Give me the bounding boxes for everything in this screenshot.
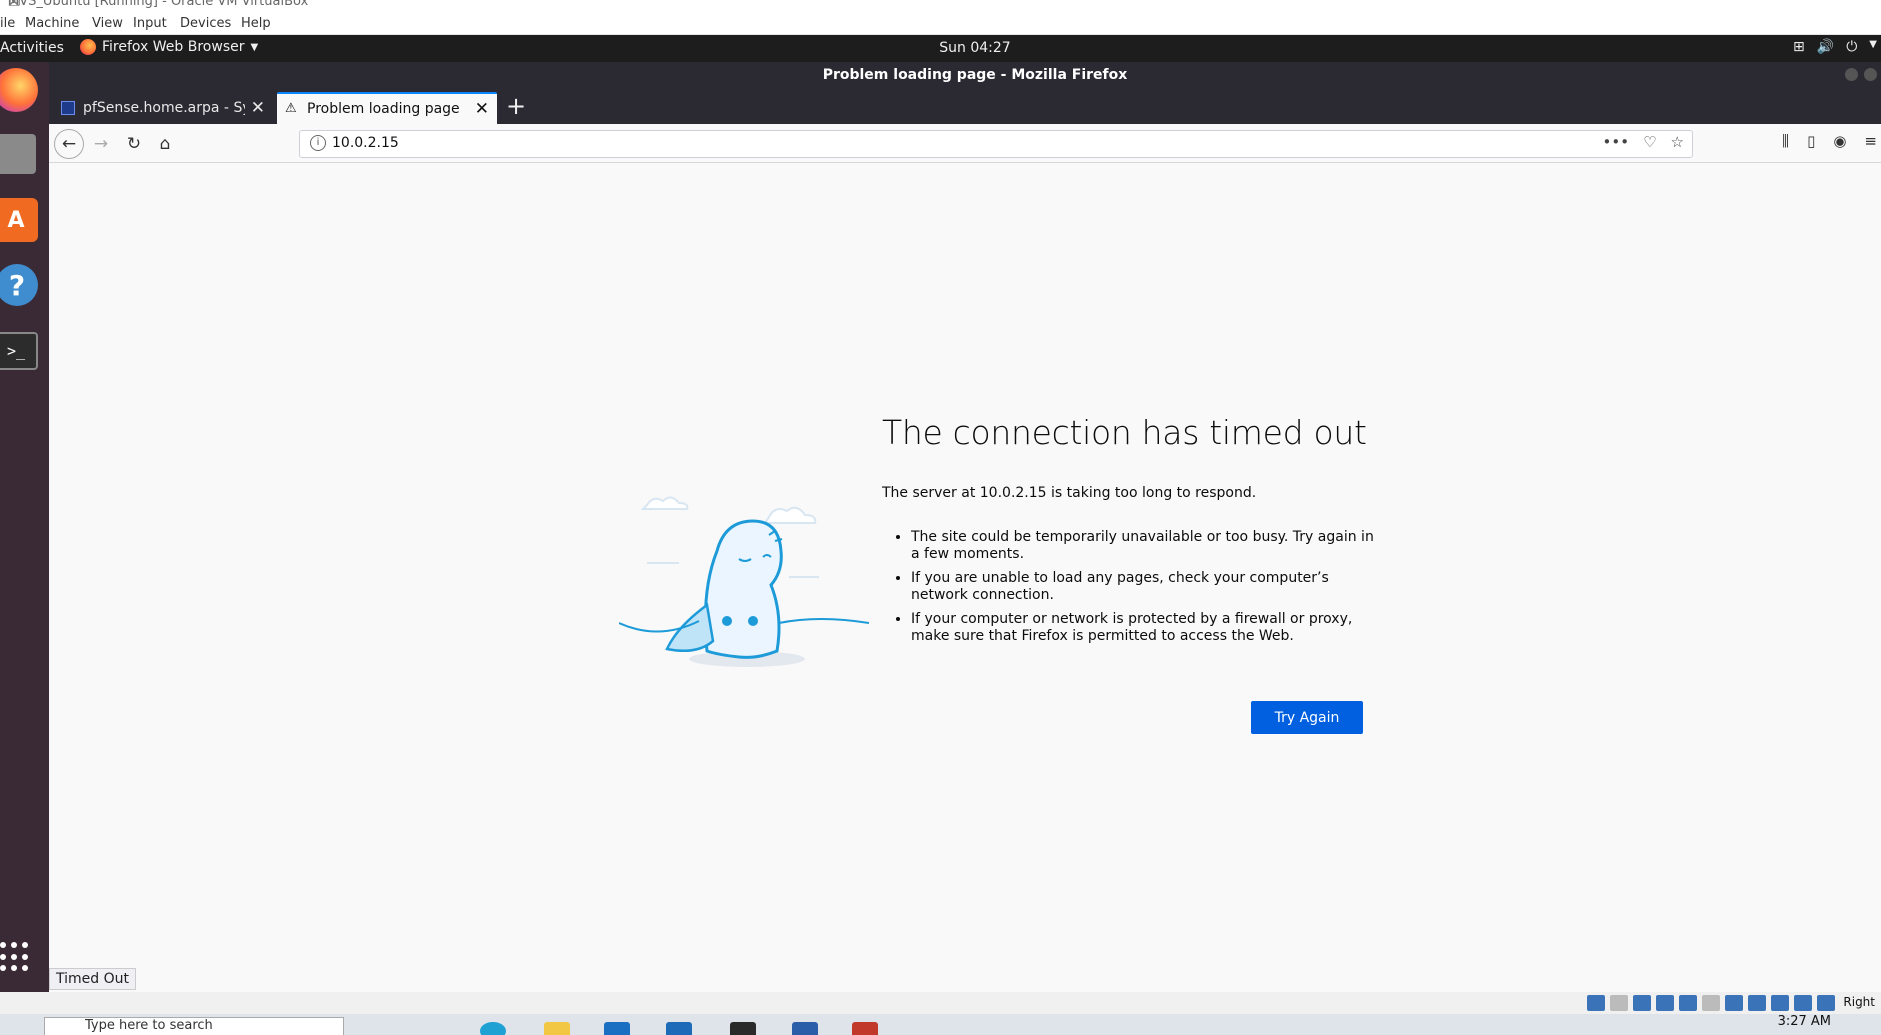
host-key-label: Right — [1843, 995, 1875, 1009]
warning-icon: ⚠ — [285, 101, 297, 116]
hard-disk-icon — [1587, 995, 1605, 1011]
dock-terminal[interactable]: >_ — [0, 332, 38, 370]
screen: MVS_Ubuntu [Running] - Oracle VM Virtual… — [0, 0, 1881, 1035]
audio-icon — [1633, 995, 1651, 1011]
dock-firefox[interactable] — [0, 68, 38, 112]
virtualbox-status-bar: Right — [0, 992, 1881, 1014]
show-applications-icon[interactable] — [0, 942, 30, 972]
maximize-icon[interactable] — [1864, 68, 1877, 81]
dock-files[interactable] — [0, 132, 38, 176]
hamburger-menu-icon[interactable]: ≡ — [1864, 132, 1877, 150]
volume-icon: 🔊 — [1816, 39, 1835, 55]
terminal-icon: >_ — [6, 342, 26, 360]
url-text[interactable]: 10.0.2.15 — [332, 135, 399, 151]
ubuntu-dock: A ? >_ — [0, 62, 49, 992]
menu-machine[interactable]: Machine — [25, 16, 79, 31]
app-icon[interactable] — [852, 1022, 878, 1035]
system-clock[interactable]: Sun 04:27 — [0, 40, 1881, 56]
recording-icon — [1748, 995, 1766, 1011]
power-icon: ⏻ — [1846, 39, 1858, 55]
tray-menu-arrow-icon: ▼ — [1869, 39, 1877, 50]
menu-devices[interactable]: Devices — [180, 16, 231, 31]
tab-problem-loading[interactable]: ⚠ Problem loading page ✕ — [277, 92, 497, 124]
store-icon[interactable] — [604, 1022, 630, 1035]
navigation-toolbar: ← → ↻ ⌂ i 10.0.2.15 ••• ♡ ☆ ⫼ ▯ ◉ ≡ — [49, 124, 1881, 163]
virtualbox-icon[interactable] — [792, 1022, 818, 1035]
pfsense-favicon-icon — [61, 101, 75, 115]
keyboard-icon — [1817, 995, 1835, 1011]
file-cabinet-icon — [0, 134, 36, 174]
sidebar-icon[interactable]: ▯ — [1807, 132, 1815, 150]
system-tray[interactable]: ⊞ 🔊 ⏻ ▼ — [1793, 39, 1877, 55]
tab-pfsense[interactable]: pfSense.home.arpa - Sys ✕ — [53, 92, 273, 124]
error-suggestions: The site could be temporarily unavailabl… — [911, 529, 1381, 652]
optical-drive-icon — [1610, 995, 1628, 1011]
pocket-icon[interactable]: ♡ — [1643, 133, 1656, 151]
timed-out-dino-illustration — [619, 496, 869, 667]
mouse-integration-icon — [1794, 995, 1812, 1011]
software-store-icon: A — [7, 207, 25, 233]
close-tab-icon[interactable]: ✕ — [475, 100, 489, 118]
network-icon: ⊞ — [1793, 39, 1805, 55]
tab-strip: pfSense.home.arpa - Sys ✕ ⚠ Problem load… — [49, 88, 1881, 124]
reload-icon[interactable]: ↻ — [122, 132, 146, 156]
error-title: The connection has timed out — [882, 413, 1367, 452]
menu-input[interactable]: Input — [133, 16, 167, 31]
menu-file[interactable]: ile — [0, 16, 15, 31]
window-controls — [1845, 68, 1877, 81]
list-item: If you are unable to load any pages, che… — [911, 570, 1381, 604]
close-window-icon[interactable]: ✕ — [8, 0, 1877, 10]
ubuntu-top-bar: Activities Firefox Web Browser ▼ Sun 04:… — [0, 35, 1881, 62]
new-tab-icon[interactable]: + — [506, 94, 526, 118]
tab-label: pfSense.home.arpa - Sys — [83, 100, 245, 116]
menu-help[interactable]: Help — [241, 16, 271, 31]
page-content: The connection has timed out The server … — [49, 163, 1881, 992]
help-icon: ? — [8, 268, 26, 302]
edge-icon[interactable] — [480, 1022, 506, 1035]
toolbar-buttons: ⫼ ▯ ◉ ≡ — [1782, 132, 1877, 150]
cpu-icon — [1771, 995, 1789, 1011]
firefox-icon — [0, 68, 38, 112]
error-description: The server at 10.0.2.15 is taking too lo… — [882, 485, 1257, 501]
status-panel: Timed Out — [49, 968, 136, 990]
library-icon[interactable]: ⫼ — [1782, 132, 1789, 150]
windows-clock[interactable]: 3:27 AM — [1778, 1014, 1831, 1029]
virtualbox-menu-bar: ile Machine View Input Devices Help — [0, 12, 1881, 35]
menu-view[interactable]: View — [92, 16, 123, 31]
home-icon[interactable]: ⌂ — [153, 132, 177, 156]
terminal-icon[interactable] — [730, 1022, 756, 1035]
forward-arrow-icon[interactable]: → — [89, 132, 113, 156]
tab-label: Problem loading page — [307, 101, 460, 117]
usb-icon — [1679, 995, 1697, 1011]
url-bar[interactable]: i 10.0.2.15 ••• ♡ ☆ — [299, 130, 1693, 158]
windows-taskbar: Type here to search 3:27 AM — [0, 1014, 1881, 1035]
device-indicators[interactable] — [1587, 995, 1835, 1011]
minimize-icon[interactable] — [1845, 68, 1858, 81]
back-arrow-icon[interactable]: ← — [54, 129, 84, 159]
page-actions-menu-icon[interactable]: ••• — [1603, 133, 1630, 151]
account-icon[interactable]: ◉ — [1833, 132, 1846, 150]
firefox-title-bar: Problem loading page - Mozilla Firefox — [49, 62, 1881, 88]
network-adapter-icon — [1656, 995, 1674, 1011]
dock-help[interactable]: ? — [0, 264, 38, 306]
mail-icon[interactable] — [666, 1022, 692, 1035]
display-icon — [1725, 995, 1743, 1011]
page-actions: ••• ♡ ☆ — [1603, 133, 1684, 151]
taskbar-search-input[interactable]: Type here to search — [44, 1017, 344, 1035]
list-item: The site could be temporarily unavailabl… — [911, 529, 1381, 563]
firefox-window-title: Problem loading page - Mozilla Firefox — [822, 67, 1128, 83]
file-explorer-icon[interactable] — [544, 1022, 570, 1035]
close-tab-icon[interactable]: ✕ — [251, 99, 265, 117]
list-item: If your computer or network is protected… — [911, 611, 1381, 645]
shared-folders-icon — [1702, 995, 1720, 1011]
virtualbox-title-bar: MVS_Ubuntu [Running] - Oracle VM Virtual… — [0, 0, 1881, 12]
try-again-button[interactable]: Try Again — [1251, 701, 1363, 734]
site-info-icon[interactable]: i — [310, 135, 326, 151]
dock-software[interactable]: A — [0, 198, 38, 242]
bookmark-star-icon[interactable]: ☆ — [1671, 133, 1684, 151]
